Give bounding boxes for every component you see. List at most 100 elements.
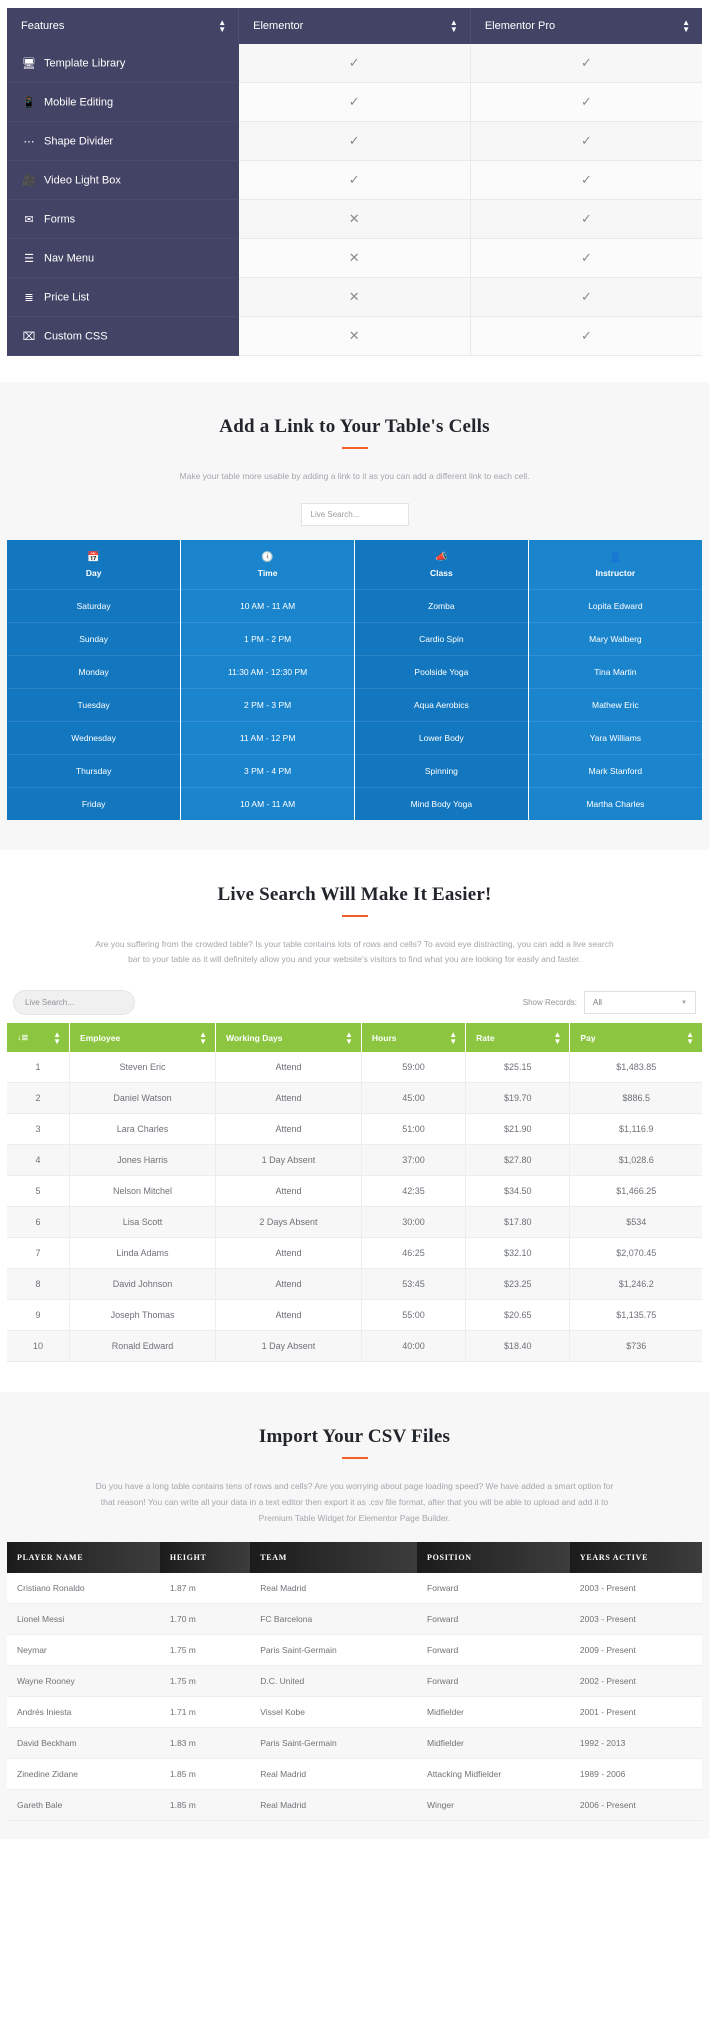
player-team: Paris Saint-Germain bbox=[250, 1634, 418, 1667]
players-col-position[interactable]: POSITION bbox=[417, 1542, 570, 1574]
employees-col-working-days[interactable]: Working Days ▲ ▼ bbox=[215, 1023, 362, 1053]
sort-icon[interactable]: ▲ ▼ bbox=[450, 19, 458, 34]
schedule-cell-time[interactable]: 10 AM - 11 AM bbox=[180, 786, 355, 820]
schedule-cell-day[interactable]: Monday bbox=[7, 654, 182, 689]
schedule-cell-instructor[interactable]: Yara Williams bbox=[528, 720, 702, 755]
schedule-cell-class[interactable]: Zomba bbox=[354, 588, 529, 623]
schedule-cell-instructor[interactable]: Tina Martin bbox=[528, 654, 702, 689]
schedule-col-class[interactable]: 📣 Class bbox=[354, 539, 529, 590]
schedule-cell-instructor[interactable]: Martha Charles bbox=[528, 786, 702, 820]
schedule-cell-day[interactable]: Tuesday bbox=[7, 687, 182, 722]
employees-col-index[interactable]: ↓≣ ▲ ▼ bbox=[7, 1023, 71, 1053]
schedule-table: 📅 Day 🕔 Time 📣 Class 👤 Instructor Saturd… bbox=[7, 539, 702, 820]
table-row: ⌧ Custom CSS ✕ ✓ bbox=[7, 316, 702, 356]
table-row: ✉ Forms ✕ ✓ bbox=[7, 199, 702, 239]
schedule-col-day[interactable]: 📅 Day bbox=[7, 539, 182, 590]
table-row: Gareth Bale 1.85 m Real Madrid Winger 20… bbox=[7, 1789, 702, 1822]
schedule-col-day-label: Day bbox=[85, 567, 102, 578]
schedule-cell-class[interactable]: Cardio Spin bbox=[354, 621, 529, 656]
search-input[interactable]: Live Search... bbox=[13, 990, 135, 1016]
comparison-col-elementor[interactable]: Elementor ▲ ▼ bbox=[238, 8, 471, 44]
comparison-col-elementor-pro[interactable]: Elementor Pro ▲ ▼ bbox=[470, 8, 702, 44]
employees-col-rate[interactable]: Rate ▲ ▼ bbox=[465, 1023, 571, 1053]
employee-rate: $18.40 bbox=[465, 1330, 571, 1363]
schedule-cell-time[interactable]: 11:30 AM - 12:30 PM bbox=[180, 654, 355, 689]
schedule-cell-class[interactable]: Poolside Yoga bbox=[354, 654, 529, 689]
schedule-cell-instructor[interactable]: Mark Stanford bbox=[528, 753, 702, 788]
schedule-cell-instructor[interactable]: Lopita Edward bbox=[528, 588, 702, 623]
schedule-cell-class[interactable]: Mind Body Yoga bbox=[354, 786, 529, 820]
schedule-cell-instructor[interactable]: Mathew Eric bbox=[528, 687, 702, 722]
sort-icon[interactable]: ▲ ▼ bbox=[199, 1030, 207, 1045]
sort-icon[interactable]: ▲ ▼ bbox=[53, 1030, 61, 1045]
employee-hours: 42:35 bbox=[361, 1175, 467, 1208]
schedule-cell-time[interactable]: 11 AM - 12 PM bbox=[180, 720, 355, 755]
schedule-cell-day[interactable]: Sunday bbox=[7, 621, 182, 656]
table-row: 8 David Johnson Attend 53:45 $23.25 $1,2… bbox=[7, 1268, 702, 1301]
employees-col-hours[interactable]: Hours ▲ ▼ bbox=[361, 1023, 467, 1053]
employee-working-days: 1 Day Absent bbox=[215, 1144, 362, 1177]
employee-hours: 53:45 bbox=[361, 1268, 467, 1301]
employee-name: Nelson Mitchel bbox=[69, 1175, 216, 1208]
spacer bbox=[0, 356, 709, 382]
envelope-icon: ✉ bbox=[24, 213, 34, 226]
employee-hours: 46:25 bbox=[361, 1237, 467, 1270]
comparison-table: Features ▲ ▼ Elementor ▲ ▼ Elementor Pro ▲… bbox=[7, 8, 702, 356]
players-col-height[interactable]: HEIGHT bbox=[159, 1542, 251, 1574]
employee-name: Ronald Edward bbox=[69, 1330, 216, 1363]
schedule-cell-day[interactable]: Friday bbox=[7, 786, 182, 820]
sort-icon[interactable]: ▲ ▼ bbox=[449, 1030, 457, 1045]
employee-name: Lisa Scott bbox=[69, 1206, 216, 1239]
schedule-cell-class[interactable]: Spinning bbox=[354, 753, 529, 788]
player-position: Midfielder bbox=[417, 1696, 570, 1729]
employees-col-employee[interactable]: Employee ▲ ▼ bbox=[69, 1023, 216, 1053]
feature-cell: ☰ Nav Menu bbox=[7, 238, 239, 278]
player-years: 2003 - Present bbox=[569, 1603, 702, 1636]
employee-pay: $534 bbox=[569, 1206, 702, 1239]
employee-pay: $2,070.45 bbox=[569, 1237, 702, 1270]
schedule-cell-day[interactable]: Saturday bbox=[7, 588, 182, 623]
employee-rate: $32.10 bbox=[465, 1237, 571, 1270]
employee-index: 1 bbox=[7, 1052, 71, 1084]
employee-pay: $1,116.9 bbox=[569, 1113, 702, 1146]
sort-icon[interactable]: ▲ ▼ bbox=[345, 1030, 353, 1045]
player-position: Forward bbox=[417, 1603, 570, 1636]
sort-icon[interactable]: ▲ ▼ bbox=[218, 19, 226, 34]
employee-working-days: Attend bbox=[215, 1052, 362, 1084]
schedule-cell-time[interactable]: 10 AM - 11 AM bbox=[180, 588, 355, 623]
player-position: Forward bbox=[417, 1634, 570, 1667]
table-row: Wednesday 11 AM - 12 PM Lower Body Yara … bbox=[7, 720, 702, 755]
schedule-cell-time[interactable]: 3 PM - 4 PM bbox=[180, 753, 355, 788]
feature-label: Mobile Editing bbox=[44, 95, 114, 108]
schedule-cell-instructor[interactable]: Mary Walberg bbox=[528, 621, 702, 656]
feature-cell: 📱 Mobile Editing bbox=[7, 82, 239, 122]
schedule-cell-class[interactable]: Aqua Aerobics bbox=[354, 687, 529, 722]
search-input[interactable]: Live Search... bbox=[300, 502, 409, 526]
elementor-pro-mark: ✓ bbox=[470, 160, 702, 200]
section-description: Are you suffering from the crowded table… bbox=[95, 938, 614, 965]
schedule-cell-day[interactable]: Wednesday bbox=[7, 720, 182, 755]
player-team: Real Madrid bbox=[250, 1758, 418, 1791]
player-position: Winger bbox=[417, 1789, 570, 1822]
schedule-cell-time[interactable]: 1 PM - 2 PM bbox=[180, 621, 355, 656]
comparison-col-features[interactable]: Features ▲ ▼ bbox=[7, 8, 240, 44]
elementor-mark: ✓ bbox=[238, 82, 471, 122]
schedule-col-instructor[interactable]: 👤 Instructor bbox=[528, 539, 702, 590]
sort-icon[interactable]: ▲ ▼ bbox=[554, 1030, 562, 1045]
players-col-years[interactable]: YEARS ACTIVE bbox=[569, 1542, 702, 1574]
employees-col-pay[interactable]: Pay ▲ ▼ bbox=[569, 1023, 702, 1053]
schedule-cell-time[interactable]: 2 PM - 3 PM bbox=[180, 687, 355, 722]
sort-icon[interactable]: ▲ ▼ bbox=[686, 1030, 694, 1045]
feature-label: Video Light Box bbox=[44, 173, 121, 186]
players-col-team[interactable]: TEAM bbox=[250, 1542, 418, 1574]
schedule-cell-class[interactable]: Lower Body bbox=[354, 720, 529, 755]
schedule-cell-day[interactable]: Thursday bbox=[7, 753, 182, 788]
schedule-col-time[interactable]: 🕔 Time bbox=[180, 539, 355, 590]
players-col-name[interactable]: PLAYER NAME bbox=[7, 1542, 160, 1574]
player-team: Vissel Kobe bbox=[250, 1696, 418, 1729]
sort-icon[interactable]: ▲ ▼ bbox=[682, 19, 690, 34]
player-position: Attacking Midfielder bbox=[417, 1758, 570, 1791]
show-records-select[interactable]: All ▼ bbox=[584, 991, 696, 1015]
employee-rate: $21.90 bbox=[465, 1113, 571, 1146]
table-row: 2 Daniel Watson Attend 45:00 $19.70 $886… bbox=[7, 1082, 702, 1115]
